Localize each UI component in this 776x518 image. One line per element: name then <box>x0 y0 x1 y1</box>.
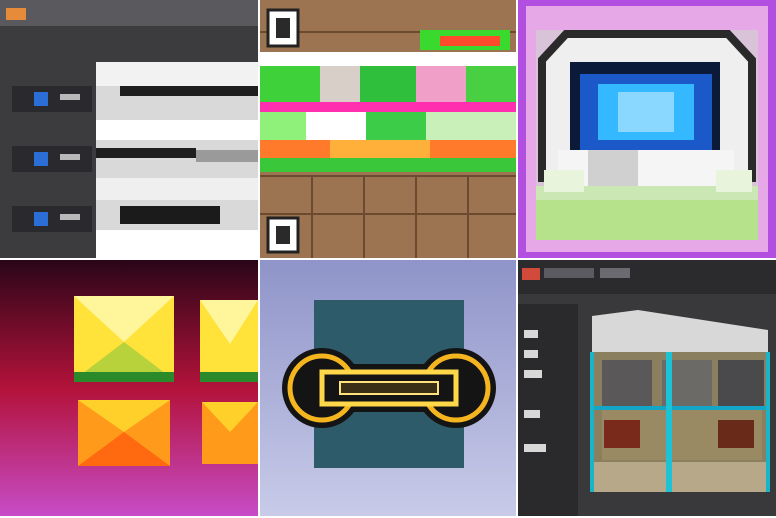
dark-ui-screenshot-tile <box>0 0 258 258</box>
tile-dark-ui <box>0 0 258 258</box>
glowing-machine-in-frame-tile <box>518 0 776 258</box>
tile-glitch-bricks <box>260 0 516 258</box>
tile-neon-cubes <box>0 260 258 516</box>
glowing-ring-handle-icon-tile <box>260 260 516 516</box>
tile-ring-handle <box>260 260 516 516</box>
dark-software-3d-room-tile <box>518 260 776 516</box>
tile-dark-software-room <box>518 260 776 516</box>
tile-glowing-machine <box>518 0 776 258</box>
yellow-orange-cubes-on-red-tile <box>0 260 258 516</box>
image-grid <box>0 0 776 518</box>
glitch-brick-pattern-tile <box>260 0 516 258</box>
